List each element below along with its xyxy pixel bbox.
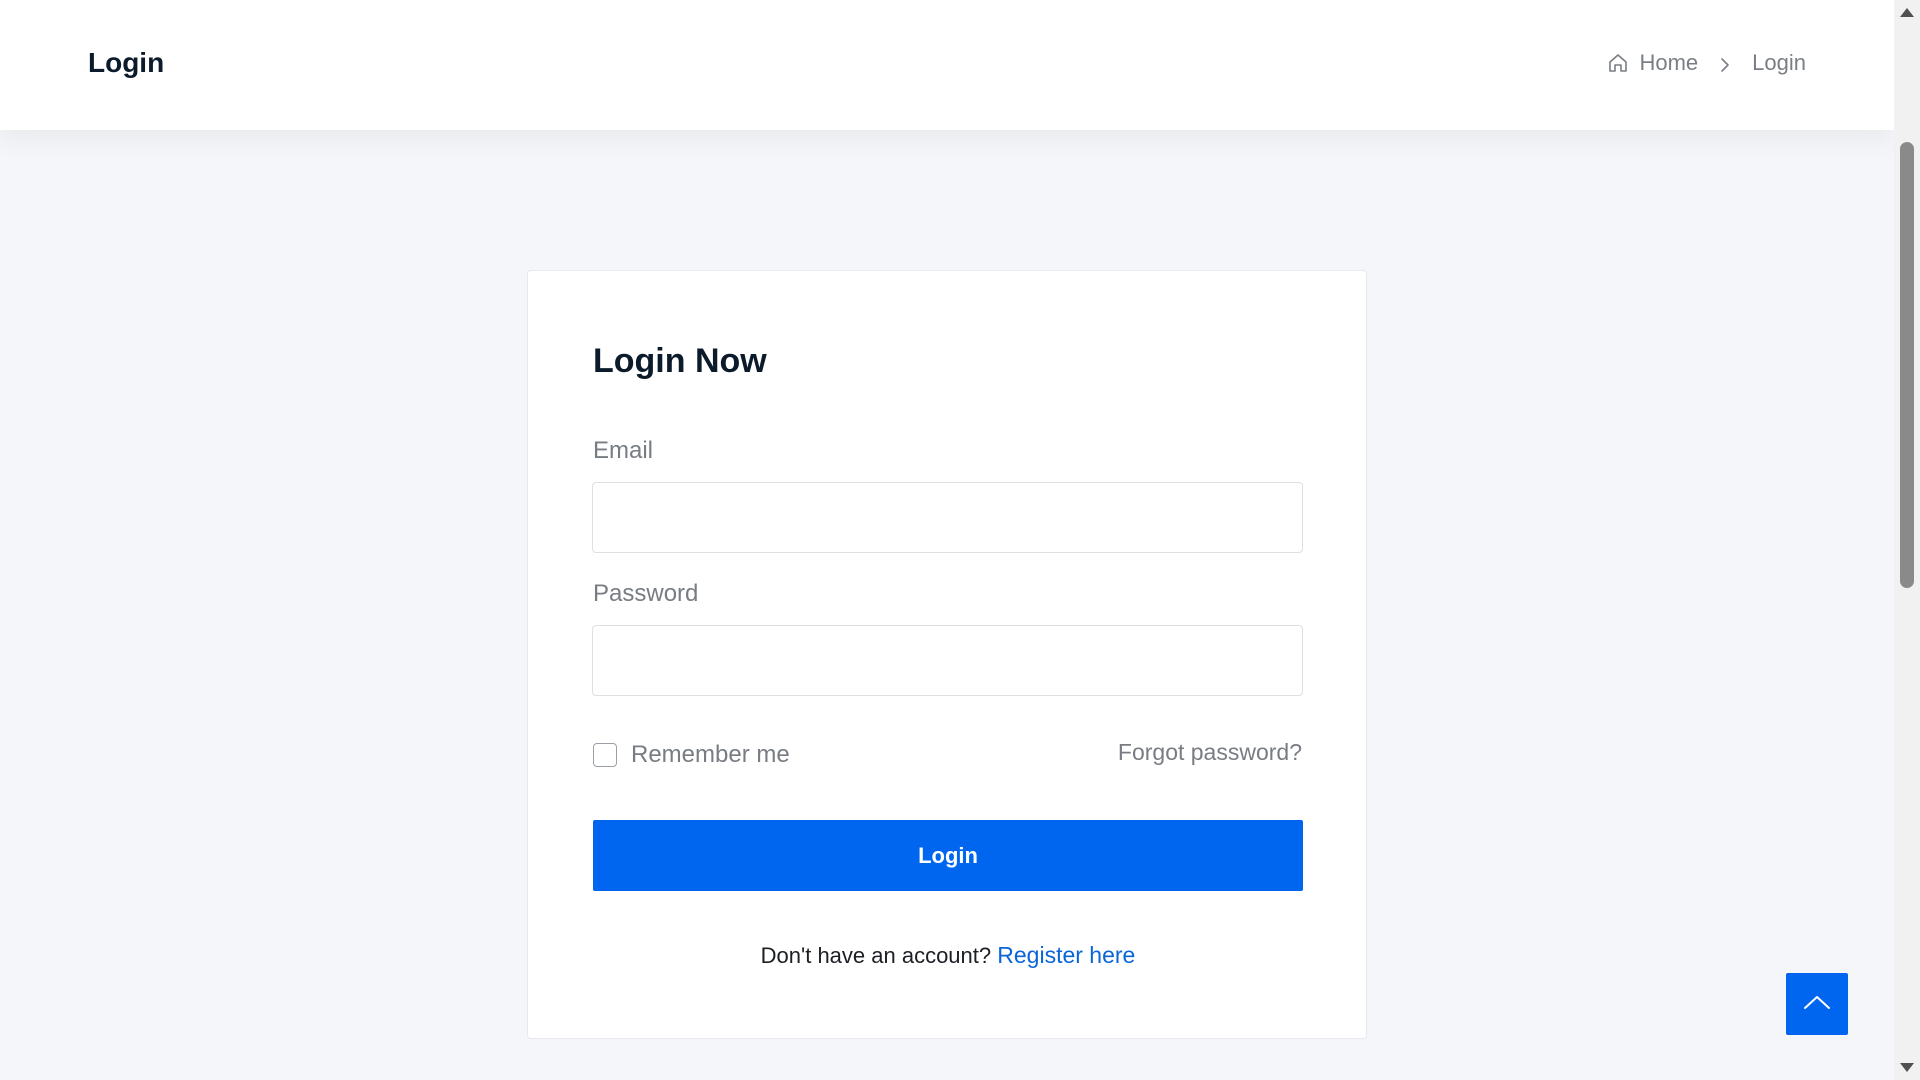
chevron-up-icon bbox=[1802, 993, 1832, 1016]
breadcrumb: Home Login bbox=[1607, 48, 1806, 78]
scroll-thumb[interactable] bbox=[1900, 142, 1914, 588]
scroll-up-arrow-icon[interactable] bbox=[1900, 8, 1914, 17]
viewport: Login Home Login Login Now Email Passwor… bbox=[0, 0, 1894, 1080]
register-link[interactable]: Register here bbox=[997, 942, 1135, 968]
email-field[interactable] bbox=[592, 482, 1303, 553]
breadcrumb-current: Login bbox=[1752, 50, 1806, 75]
password-field[interactable] bbox=[592, 625, 1303, 696]
chevron-right-icon bbox=[1718, 53, 1732, 73]
register-prompt: Don't have an account? Register here bbox=[528, 940, 1368, 971]
page-header: Login Home Login bbox=[0, 0, 1894, 130]
home-icon bbox=[1607, 52, 1629, 74]
back-to-top-button[interactable] bbox=[1786, 973, 1848, 1035]
remember-me-checkbox[interactable] bbox=[593, 743, 617, 767]
breadcrumb-home-link[interactable]: Home bbox=[1607, 48, 1698, 78]
remember-me[interactable]: Remember me bbox=[593, 740, 790, 770]
breadcrumb-home-label: Home bbox=[1639, 50, 1699, 75]
password-label: Password bbox=[593, 580, 699, 607]
login-card-title: Login Now bbox=[593, 342, 767, 380]
login-card: Login Now Email Password Remember me For… bbox=[527, 270, 1367, 1039]
page: Login Home Login Login Now Email Passwor… bbox=[0, 0, 1920, 1080]
remember-me-label: Remember me bbox=[631, 741, 790, 768]
register-prompt-text: Don't have an account? bbox=[760, 943, 992, 968]
forgot-password-link[interactable]: Forgot password? bbox=[1118, 737, 1302, 767]
email-label: Email bbox=[593, 437, 654, 464]
login-button[interactable]: Login bbox=[593, 820, 1303, 891]
page-title: Login bbox=[88, 47, 165, 78]
scroll-down-arrow-icon[interactable] bbox=[1900, 1063, 1914, 1072]
vertical-scrollbar[interactable] bbox=[1894, 0, 1920, 1080]
